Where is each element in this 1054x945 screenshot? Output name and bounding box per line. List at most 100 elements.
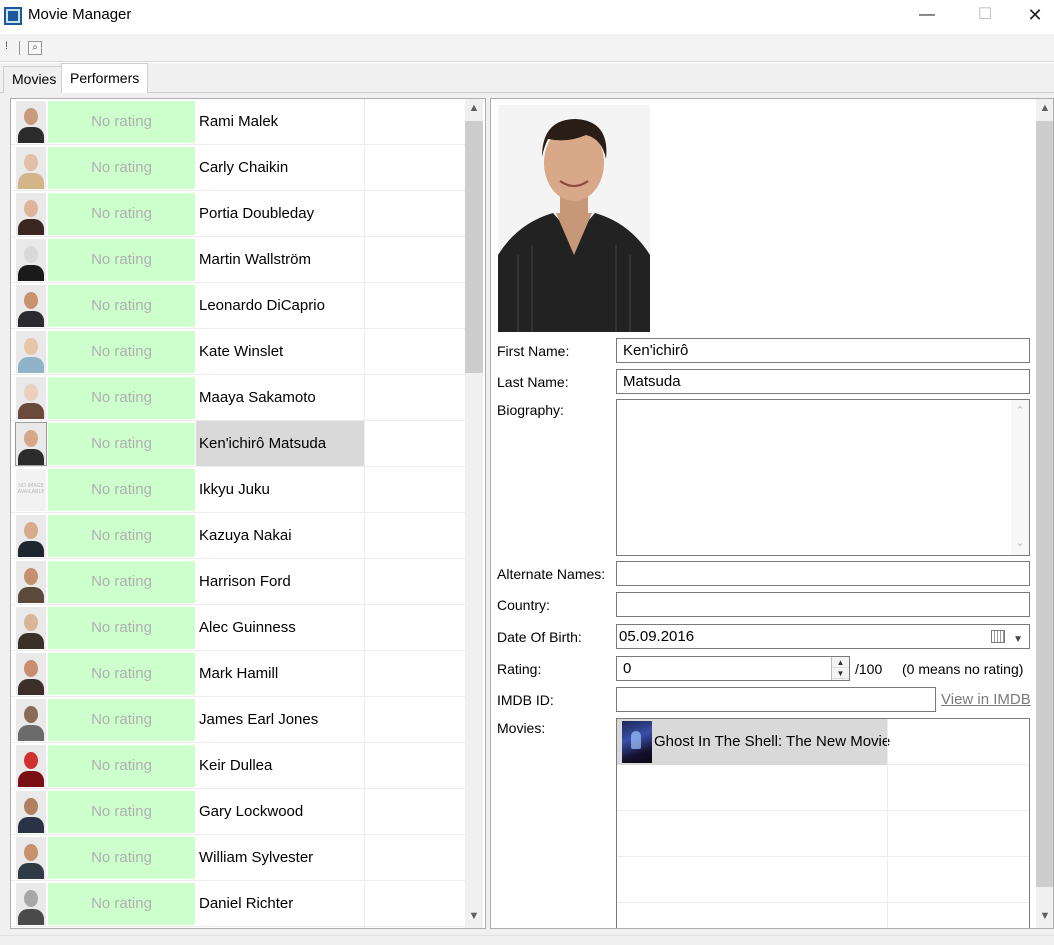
detail-scroll-thumb[interactable] [1036,121,1053,887]
performer-list[interactable]: No rating Rami Malek No rating Carly Chaiki… [10,98,486,929]
tab-performers[interactable]: Performers [61,63,149,93]
performer-row[interactable]: No rating Mark Hamill [11,651,465,697]
performer-rating: No rating [48,791,195,833]
thumbnail-face [24,108,38,125]
performer-thumbnail: NO IMAGE AVAILABLE [16,469,46,511]
performer-thumbnail [16,193,46,235]
empty-movie-row [617,765,1029,811]
performer-thumbnail [16,239,46,281]
calendar-icon[interactable] [991,630,1005,643]
column-separator [887,811,888,857]
view-in-imdb-link[interactable]: View in IMDB [941,691,1031,708]
performer-row[interactable]: No rating Kate Winslet [11,329,465,375]
thumbnail-face [24,154,38,171]
performer-name: William Sylvester [199,849,314,866]
performer-thumbnail [16,607,46,649]
performer-row[interactable]: No rating Leonardo DiCaprio [11,283,465,329]
performer-thumbnail [16,653,46,695]
tab-movies[interactable]: Movies [3,66,66,93]
column-separator [887,857,888,903]
performer-rating: No rating [48,653,195,695]
last-name-field[interactable]: Matsuda [616,369,1030,394]
imdb-id-field[interactable] [616,687,936,712]
scroll-thumb[interactable] [465,121,483,373]
performer-row[interactable]: No rating Carly Chaikin [11,145,465,191]
column-separator [364,605,365,650]
thumbnail-body [18,403,44,419]
performer-thumbnail [15,422,47,466]
column-separator [364,421,365,466]
movie-title: Ghost In The Shell: The New Movie [654,733,891,750]
performer-row[interactable]: No rating Martin Wallström [11,237,465,283]
thumbnail-body [18,725,44,741]
bio-scroll-down-icon[interactable]: ⌄ [1011,534,1029,552]
spin-up-icon[interactable]: ▲ [832,657,849,668]
thumbnail-body [18,541,44,557]
column-separator [364,559,365,604]
performer-row[interactable]: No rating Maaya Sakamoto [11,375,465,421]
performer-thumbnail [16,837,46,879]
no-image-text: NO IMAGE AVAILABLE [17,483,45,495]
portrait-image [498,105,650,332]
performer-row[interactable]: No rating Portia Doubleday [11,191,465,237]
performer-rating: No rating [48,469,195,511]
performer-rating: No rating [48,331,195,373]
thumbnail-face [24,798,38,815]
performer-rating: No rating [48,883,195,925]
performer-thumbnail [16,791,46,833]
country-field[interactable] [616,592,1030,617]
rating-spin-buttons[interactable]: ▲ ▼ [831,657,849,680]
close-button[interactable]: ✕ [1012,0,1054,32]
column-separator [364,145,365,190]
performer-row[interactable]: No rating Alec Guinness [11,605,465,651]
performer-thumbnail [16,745,46,787]
performer-detail-panel: First Name: Ken'ichirô Last Name: Matsud… [490,98,1054,929]
imdb-id-label: IMDB ID: [497,692,554,708]
column-separator [364,467,365,512]
performer-row[interactable]: No rating William Sylvester [11,835,465,881]
performer-row[interactable]: No rating Gary Lockwood [11,789,465,835]
alternate-names-field[interactable] [616,561,1030,586]
exclamation-icon[interactable]: ! [5,40,8,52]
performer-name: Mark Hamill [199,665,279,682]
minimize-button[interactable]: — [904,0,950,32]
performer-row[interactable]: No rating Ken'ichirô Matsuda [11,421,465,467]
performer-list-scrollbar[interactable]: ▲ ▼ [465,99,483,928]
movies-list[interactable]: Ghost In The Shell: The New Movie [616,718,1030,928]
performer-row[interactable]: No rating Kazuya Nakai [11,513,465,559]
column-separator [887,765,888,811]
performer-row[interactable]: No rating James Earl Jones [11,697,465,743]
date-of-birth-picker[interactable]: 05.09.2016 ▼ [616,624,1030,649]
biography-scrollbar[interactable]: ⌃ ⌄ [1011,400,1029,555]
performer-row[interactable]: No rating Daniel Richter [11,881,465,927]
performer-row[interactable]: NO IMAGE AVAILABLE No rating Ikkyu Juku [11,467,465,513]
bio-scroll-up-icon[interactable]: ⌃ [1011,402,1029,420]
biography-field[interactable]: ⌃ ⌄ [616,399,1030,556]
movie-row[interactable]: Ghost In The Shell: The New Movie [617,719,1029,765]
performer-rating: No rating [48,239,195,281]
thumbnail-body [18,817,44,833]
first-name-field[interactable]: Ken'ichirô [616,338,1030,363]
performer-thumbnail [16,147,46,189]
date-of-birth-label: Date Of Birth: [497,629,582,645]
scroll-up-icon[interactable]: ▲ [465,99,483,117]
rating-spinner[interactable]: 0 ▲ ▼ [616,656,850,681]
spin-down-icon[interactable]: ▼ [832,668,849,679]
detail-scrollbar[interactable]: ▲ ▼ [1036,99,1053,928]
empty-movie-row [617,903,1029,928]
maximize-button[interactable]: ☐ [962,0,1008,32]
performer-rating: No rating [48,561,195,603]
scroll-down-icon[interactable]: ▼ [465,907,483,925]
performer-row[interactable]: No rating Harrison Ford [11,559,465,605]
performer-row[interactable]: No rating Keir Dullea [11,743,465,789]
detail-scroll-down-icon[interactable]: ▼ [1036,907,1053,925]
last-name-label: Last Name: [497,374,569,390]
column-separator [364,697,365,742]
detail-scroll-up-icon[interactable]: ▲ [1036,99,1053,117]
empty-movie-row [617,857,1029,903]
performer-thumbnail [16,377,46,419]
performer-row[interactable]: No rating Rami Malek [11,99,465,145]
dropdown-arrow-icon[interactable]: ▼ [1013,628,1023,651]
performer-name: Rami Malek [199,113,279,130]
search-icon[interactable]: ⌕ [28,41,42,55]
